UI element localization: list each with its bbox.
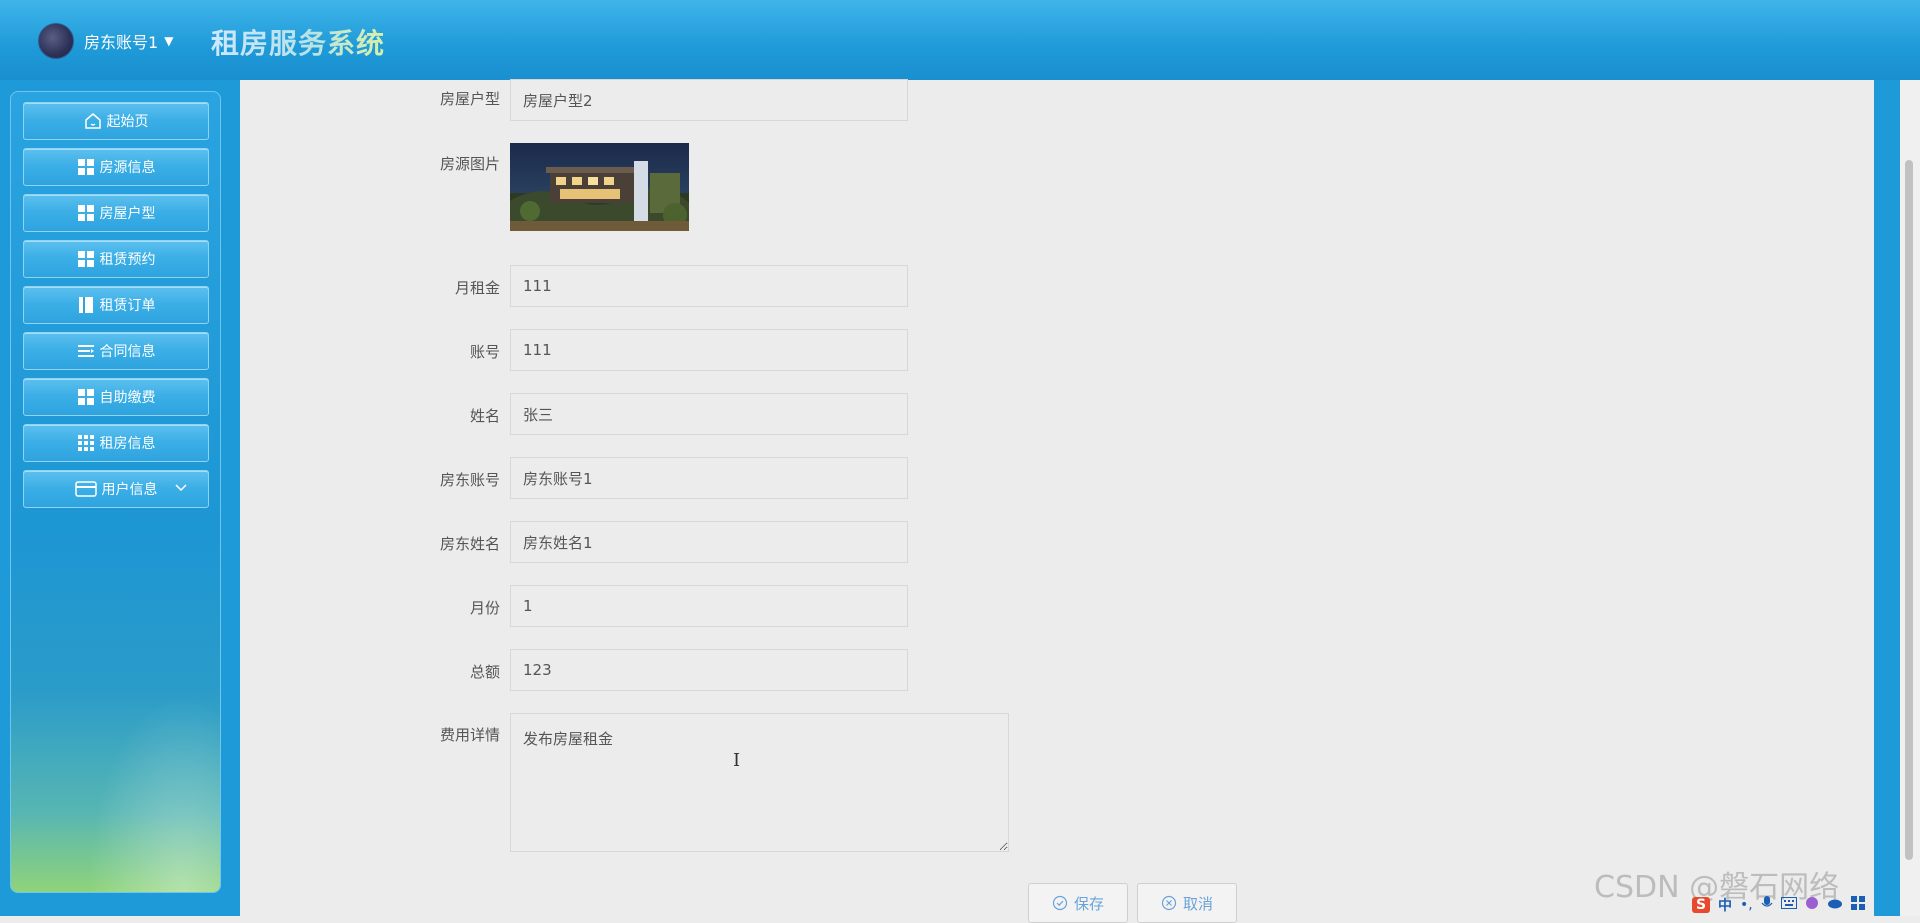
cloud-icon[interactable] [1827, 897, 1843, 913]
grid-icon [77, 205, 94, 221]
book-icon [78, 297, 93, 313]
close-circle-icon [1161, 895, 1177, 911]
sidebar-item-label: 房源信息 [99, 160, 156, 176]
save-button-label: 保存 [1073, 894, 1104, 913]
sidebar-item-rental-orders[interactable]: 租赁订单 [23, 286, 209, 324]
sidebar-item-label: 租房信息 [99, 436, 156, 452]
sidebar-item-rental-info[interactable]: 租房信息 [23, 424, 209, 462]
sidebar-item-label: 合同信息 [99, 344, 156, 360]
month-label: 月份 [469, 599, 500, 617]
ime-mode-toggle[interactable]: 中 [1718, 895, 1732, 915]
grid9-icon [77, 435, 94, 451]
account-input[interactable] [510, 329, 908, 371]
sidebar-item-listings[interactable]: 房源信息 [23, 148, 209, 186]
grid-icon [77, 159, 94, 175]
monthly-rent-input[interactable] [510, 265, 908, 307]
home-icon [84, 113, 101, 129]
name-label: 姓名 [469, 407, 500, 425]
sidebar-item-home[interactable]: 起始页 [23, 102, 209, 140]
name-input[interactable] [510, 393, 908, 435]
total-label: 总额 [469, 663, 500, 681]
right-edge-strip [1874, 80, 1900, 916]
month-input[interactable] [510, 585, 908, 627]
landlord-account-input[interactable] [510, 457, 908, 499]
page-scrollbar[interactable] [1900, 80, 1920, 916]
house-image[interactable] [510, 143, 689, 231]
cancel-button-label: 取消 [1182, 894, 1213, 913]
top-header: 房东账号1 ▼ 租房服务系统 [0, 0, 1920, 81]
text-cursor-icon: I [733, 750, 741, 771]
sidebar-item-label: 租赁订单 [99, 298, 156, 314]
sidebar-item-rental-booking[interactable]: 租赁预约 [23, 240, 209, 278]
grid-icon [77, 389, 94, 405]
cancel-button[interactable]: 取消 [1137, 883, 1237, 923]
sidebar-item-label: 房屋户型 [99, 206, 156, 222]
save-button[interactable]: 保存 [1028, 883, 1128, 923]
landlord-name-input[interactable] [510, 521, 908, 563]
keyboard-icon[interactable] [1780, 896, 1797, 913]
landlord-account-label: 房东账号 [439, 471, 500, 489]
chevron-down-icon [175, 484, 187, 492]
sidebar-item-label: 起始页 [106, 114, 149, 130]
house-type-input[interactable] [510, 79, 908, 121]
monthly-rent-label: 月租金 [454, 279, 500, 297]
user-name: 房东账号1 [84, 33, 159, 52]
card-icon [74, 481, 97, 497]
landlord-name-label: 房东姓名 [439, 535, 500, 553]
sidebar-item-user-info[interactable]: 用户信息 [23, 470, 209, 508]
app-title: 租房服务系统 [211, 22, 385, 62]
grid-icon [77, 251, 94, 267]
scrollbar-thumb[interactable] [1905, 160, 1913, 860]
user-menu[interactable]: 房东账号1 ▼ [38, 23, 174, 59]
total-input[interactable] [510, 649, 908, 691]
sidebar-item-house-type[interactable]: 房屋户型 [23, 194, 209, 232]
skin-icon[interactable] [1805, 896, 1819, 914]
house-image-label: 房源图片 [439, 155, 500, 173]
main-content [240, 80, 1874, 916]
sidebar-item-label: 自助缴费 [99, 390, 156, 406]
list-icon [77, 345, 94, 357]
fee-details-label: 费用详情 [439, 726, 500, 744]
avatar [38, 23, 74, 59]
sidebar-item-label: 用户信息 [101, 482, 158, 498]
fee-details-textarea[interactable]: 发布房屋租金 [510, 713, 1009, 852]
toolbox-icon[interactable] [1850, 895, 1865, 914]
ime-logo-icon[interactable]: S [1692, 896, 1710, 913]
sidebar-item-label: 租赁预约 [99, 252, 156, 268]
check-circle-icon [1052, 895, 1068, 911]
punctuation-icon[interactable]: •, [1740, 897, 1753, 913]
sidebar: 起始页 房源信息 房屋户型 租赁预约 租赁订单 合同信息 自助缴费 租房信息 用… [10, 91, 221, 893]
ime-toolbar[interactable]: S 中 •, [1692, 893, 1920, 916]
house-type-label: 房屋户型 [439, 90, 500, 108]
sidebar-item-contracts[interactable]: 合同信息 [23, 332, 209, 370]
caret-down-icon: ▼ [164, 34, 174, 48]
microphone-icon[interactable] [1761, 895, 1773, 915]
account-label: 账号 [469, 343, 500, 361]
sidebar-item-self-payment[interactable]: 自助缴费 [23, 378, 209, 416]
